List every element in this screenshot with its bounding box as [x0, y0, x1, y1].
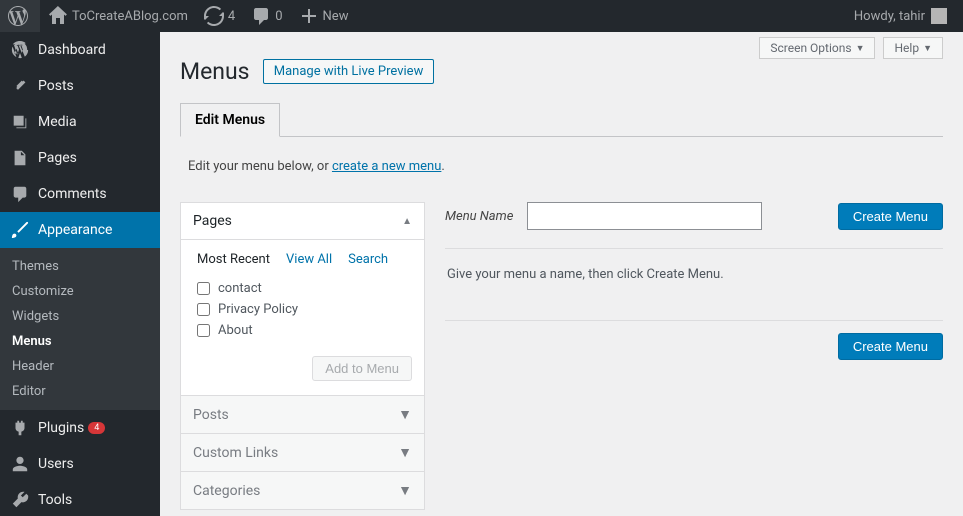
main-content: Screen Options▼ Help▼ Menus Manage with … [160, 32, 963, 516]
admin-sidebar: Dashboard Posts Media Pages Comments App… [0, 32, 160, 516]
updates[interactable]: 4 [196, 0, 243, 32]
media-icon [10, 112, 30, 132]
sidebar-label: Dashboard [38, 42, 106, 58]
pin-icon [10, 76, 30, 96]
new-content[interactable]: New [291, 0, 357, 32]
add-to-menu-button[interactable]: Add to Menu [312, 356, 412, 381]
users-icon [10, 454, 30, 474]
page-icon [10, 148, 30, 168]
pages-metabox-body: Most Recent View All Search contact Priv… [181, 240, 424, 395]
sidebar-label: Appearance [38, 222, 112, 238]
sidebar-item-media[interactable]: Media [0, 104, 160, 140]
sidebar-item-appearance[interactable]: Appearance [0, 212, 160, 248]
sidebar-item-users[interactable]: Users [0, 446, 160, 482]
sidebar-label: Pages [38, 150, 77, 166]
tab-edit-menus[interactable]: Edit Menus [180, 103, 280, 137]
wp-logo[interactable] [0, 0, 40, 32]
menu-settings-column: Menu Name Create Menu Give your menu a n… [445, 202, 943, 510]
sidebar-item-comments[interactable]: Comments [0, 176, 160, 212]
sidebar-label: Media [38, 114, 77, 130]
comments-count: 0 [275, 9, 282, 24]
dashboard-icon [10, 40, 30, 60]
sidebar-label: Comments [38, 186, 107, 202]
sidebar-item-tools[interactable]: Tools [0, 482, 160, 516]
brush-icon [10, 220, 30, 240]
submenu-widgets[interactable]: Widgets [0, 304, 160, 329]
pages-tab-all[interactable]: View All [286, 252, 332, 267]
categories-metabox-toggle[interactable]: Categories ▼ [180, 472, 425, 510]
chevron-down-icon: ▼ [923, 43, 932, 54]
menu-name-input[interactable] [527, 202, 762, 230]
sidebar-item-plugins[interactable]: Plugins 4 [0, 410, 160, 446]
screen-options-button[interactable]: Screen Options▼ [759, 37, 875, 59]
chevron-down-icon: ▼ [856, 43, 865, 54]
submenu-customize[interactable]: Customize [0, 279, 160, 304]
sidebar-item-posts[interactable]: Posts [0, 68, 160, 104]
submenu-header[interactable]: Header [0, 354, 160, 379]
page-option-privacy[interactable]: Privacy Policy [197, 302, 414, 317]
comments-icon [10, 184, 30, 204]
meta-boxes: Pages ▲ Most Recent View All Search cont… [180, 202, 425, 510]
create-menu-button-top[interactable]: Create Menu [838, 203, 943, 230]
sidebar-item-dashboard[interactable]: Dashboard [0, 32, 160, 68]
plus-icon [299, 6, 319, 26]
site-name-label: ToCreateABlog.com [72, 9, 188, 24]
create-new-menu-link[interactable]: create a new menu [332, 159, 441, 174]
chevron-down-icon: ▼ [398, 482, 412, 499]
site-name[interactable]: ToCreateABlog.com [40, 0, 196, 32]
sidebar-label: Tools [38, 492, 72, 508]
page-checkbox[interactable] [197, 324, 210, 337]
chevron-down-icon: ▼ [398, 444, 412, 461]
plugins-badge: 4 [88, 422, 105, 434]
menu-name-label: Menu Name [445, 209, 513, 224]
create-menu-button-bottom[interactable]: Create Menu [838, 333, 943, 360]
pages-tab-search[interactable]: Search [348, 252, 388, 267]
sidebar-item-pages[interactable]: Pages [0, 140, 160, 176]
home-icon [48, 6, 68, 26]
new-label: New [323, 9, 349, 24]
comment-icon [251, 6, 271, 26]
custom-links-metabox-toggle[interactable]: Custom Links ▼ [180, 434, 425, 472]
avatar [931, 8, 947, 24]
sidebar-label: Users [38, 456, 74, 472]
pages-metabox-toggle[interactable]: Pages ▲ [181, 203, 424, 240]
plugin-icon [10, 418, 30, 438]
chevron-up-icon: ▲ [402, 216, 412, 227]
chevron-down-icon: ▼ [398, 406, 412, 423]
updates-count: 4 [228, 9, 235, 24]
live-preview-button[interactable]: Manage with Live Preview [263, 59, 435, 84]
sidebar-label: Plugins [38, 420, 84, 436]
posts-metabox-toggle[interactable]: Posts ▼ [180, 396, 425, 434]
page-title: Menus [180, 58, 250, 85]
howdy-text: Howdy, tahir [854, 9, 925, 24]
pages-tab-recent[interactable]: Most Recent [197, 252, 270, 267]
help-button[interactable]: Help▼ [883, 37, 943, 59]
tools-icon [10, 490, 30, 510]
wordpress-icon [8, 6, 28, 26]
intro-text: Edit your menu below, or create a new me… [188, 159, 943, 174]
my-account[interactable]: Howdy, tahir [846, 0, 955, 32]
page-checkbox[interactable] [197, 282, 210, 295]
nav-tabs: Edit Menus [180, 103, 943, 137]
update-icon [204, 6, 224, 26]
comments[interactable]: 0 [243, 0, 290, 32]
submenu-editor[interactable]: Editor [0, 379, 160, 404]
submenu-menus[interactable]: Menus [0, 329, 160, 354]
page-option-contact[interactable]: contact [197, 281, 414, 296]
appearance-submenu: Themes Customize Widgets Menus Header Ed… [0, 248, 160, 410]
menu-help-text: Give your menu a name, then click Create… [447, 267, 943, 282]
sidebar-label: Posts [38, 78, 74, 94]
admin-toolbar: ToCreateABlog.com 4 0 New Howdy, tahir [0, 0, 963, 32]
submenu-themes[interactable]: Themes [0, 254, 160, 279]
page-checkbox[interactable] [197, 303, 210, 316]
page-option-about[interactable]: About [197, 323, 414, 338]
